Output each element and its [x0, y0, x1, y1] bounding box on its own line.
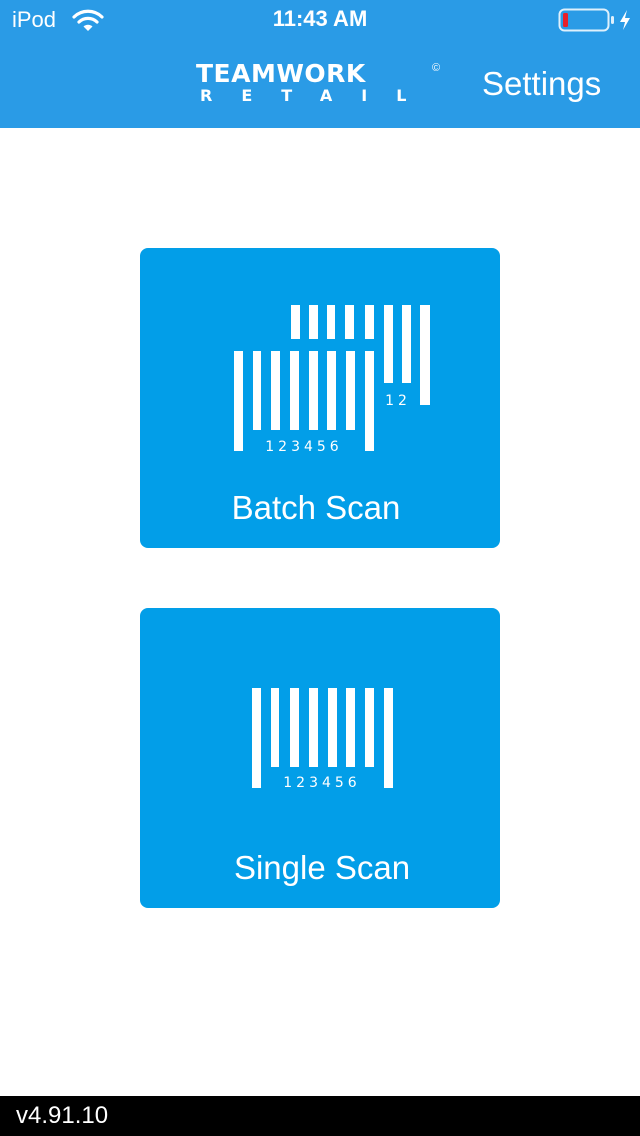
- logo-copyright-mark: ©: [432, 62, 441, 74]
- front-barcode-digits: 123456: [265, 439, 342, 455]
- single-barcode-digits: 123456: [283, 775, 360, 791]
- single-scan-button[interactable]: 123456 Single Scan: [140, 608, 500, 908]
- batch-scan-button[interactable]: 12 123456 Batch Scan: [140, 248, 500, 548]
- settings-button[interactable]: Settings: [482, 64, 601, 104]
- batch-scan-label: Batch Scan: [231, 489, 401, 526]
- app-version: v4.91.10: [16, 1102, 109, 1129]
- battery-low-icon: [558, 8, 614, 32]
- back-barcode-digits: 12: [385, 393, 411, 409]
- version-footer: v4.91.10: [0, 1096, 640, 1136]
- single-scan-label: Single Scan: [233, 849, 411, 886]
- app-header: iPod 11:43 AM TEAMWORK © RETAIL Settings: [0, 0, 640, 128]
- batch-barcode-icon: 12 123456: [234, 305, 430, 455]
- teamwork-retail-logo: TEAMWORK © RETAIL: [196, 60, 446, 108]
- single-barcode-icon: 123456: [252, 688, 393, 791]
- charging-bolt-icon: [620, 10, 630, 30]
- scan-home-screen: iPod 11:43 AM TEAMWORK © RETAIL Settings: [0, 0, 640, 1136]
- status-bar: iPod 11:43 AM: [0, 0, 640, 40]
- logo-wordmark-bottom: RETAIL: [200, 86, 436, 105]
- status-clock: 11:43 AM: [272, 6, 368, 31]
- logo-wordmark-top: TEAMWORK: [196, 59, 366, 88]
